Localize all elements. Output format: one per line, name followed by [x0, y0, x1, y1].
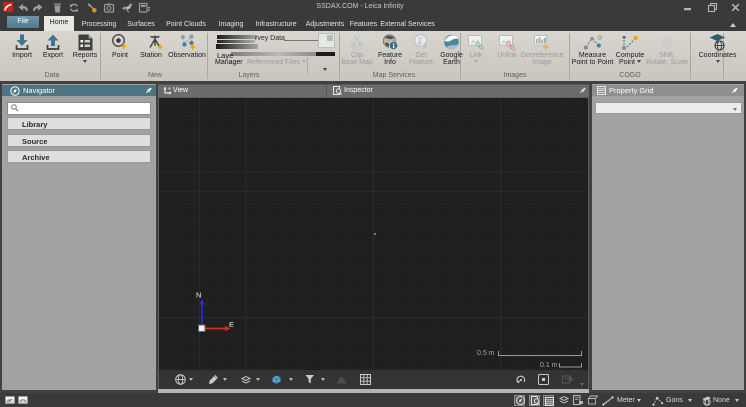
svg-text:E: E: [229, 320, 234, 329]
svg-text:N: N: [196, 291, 201, 300]
